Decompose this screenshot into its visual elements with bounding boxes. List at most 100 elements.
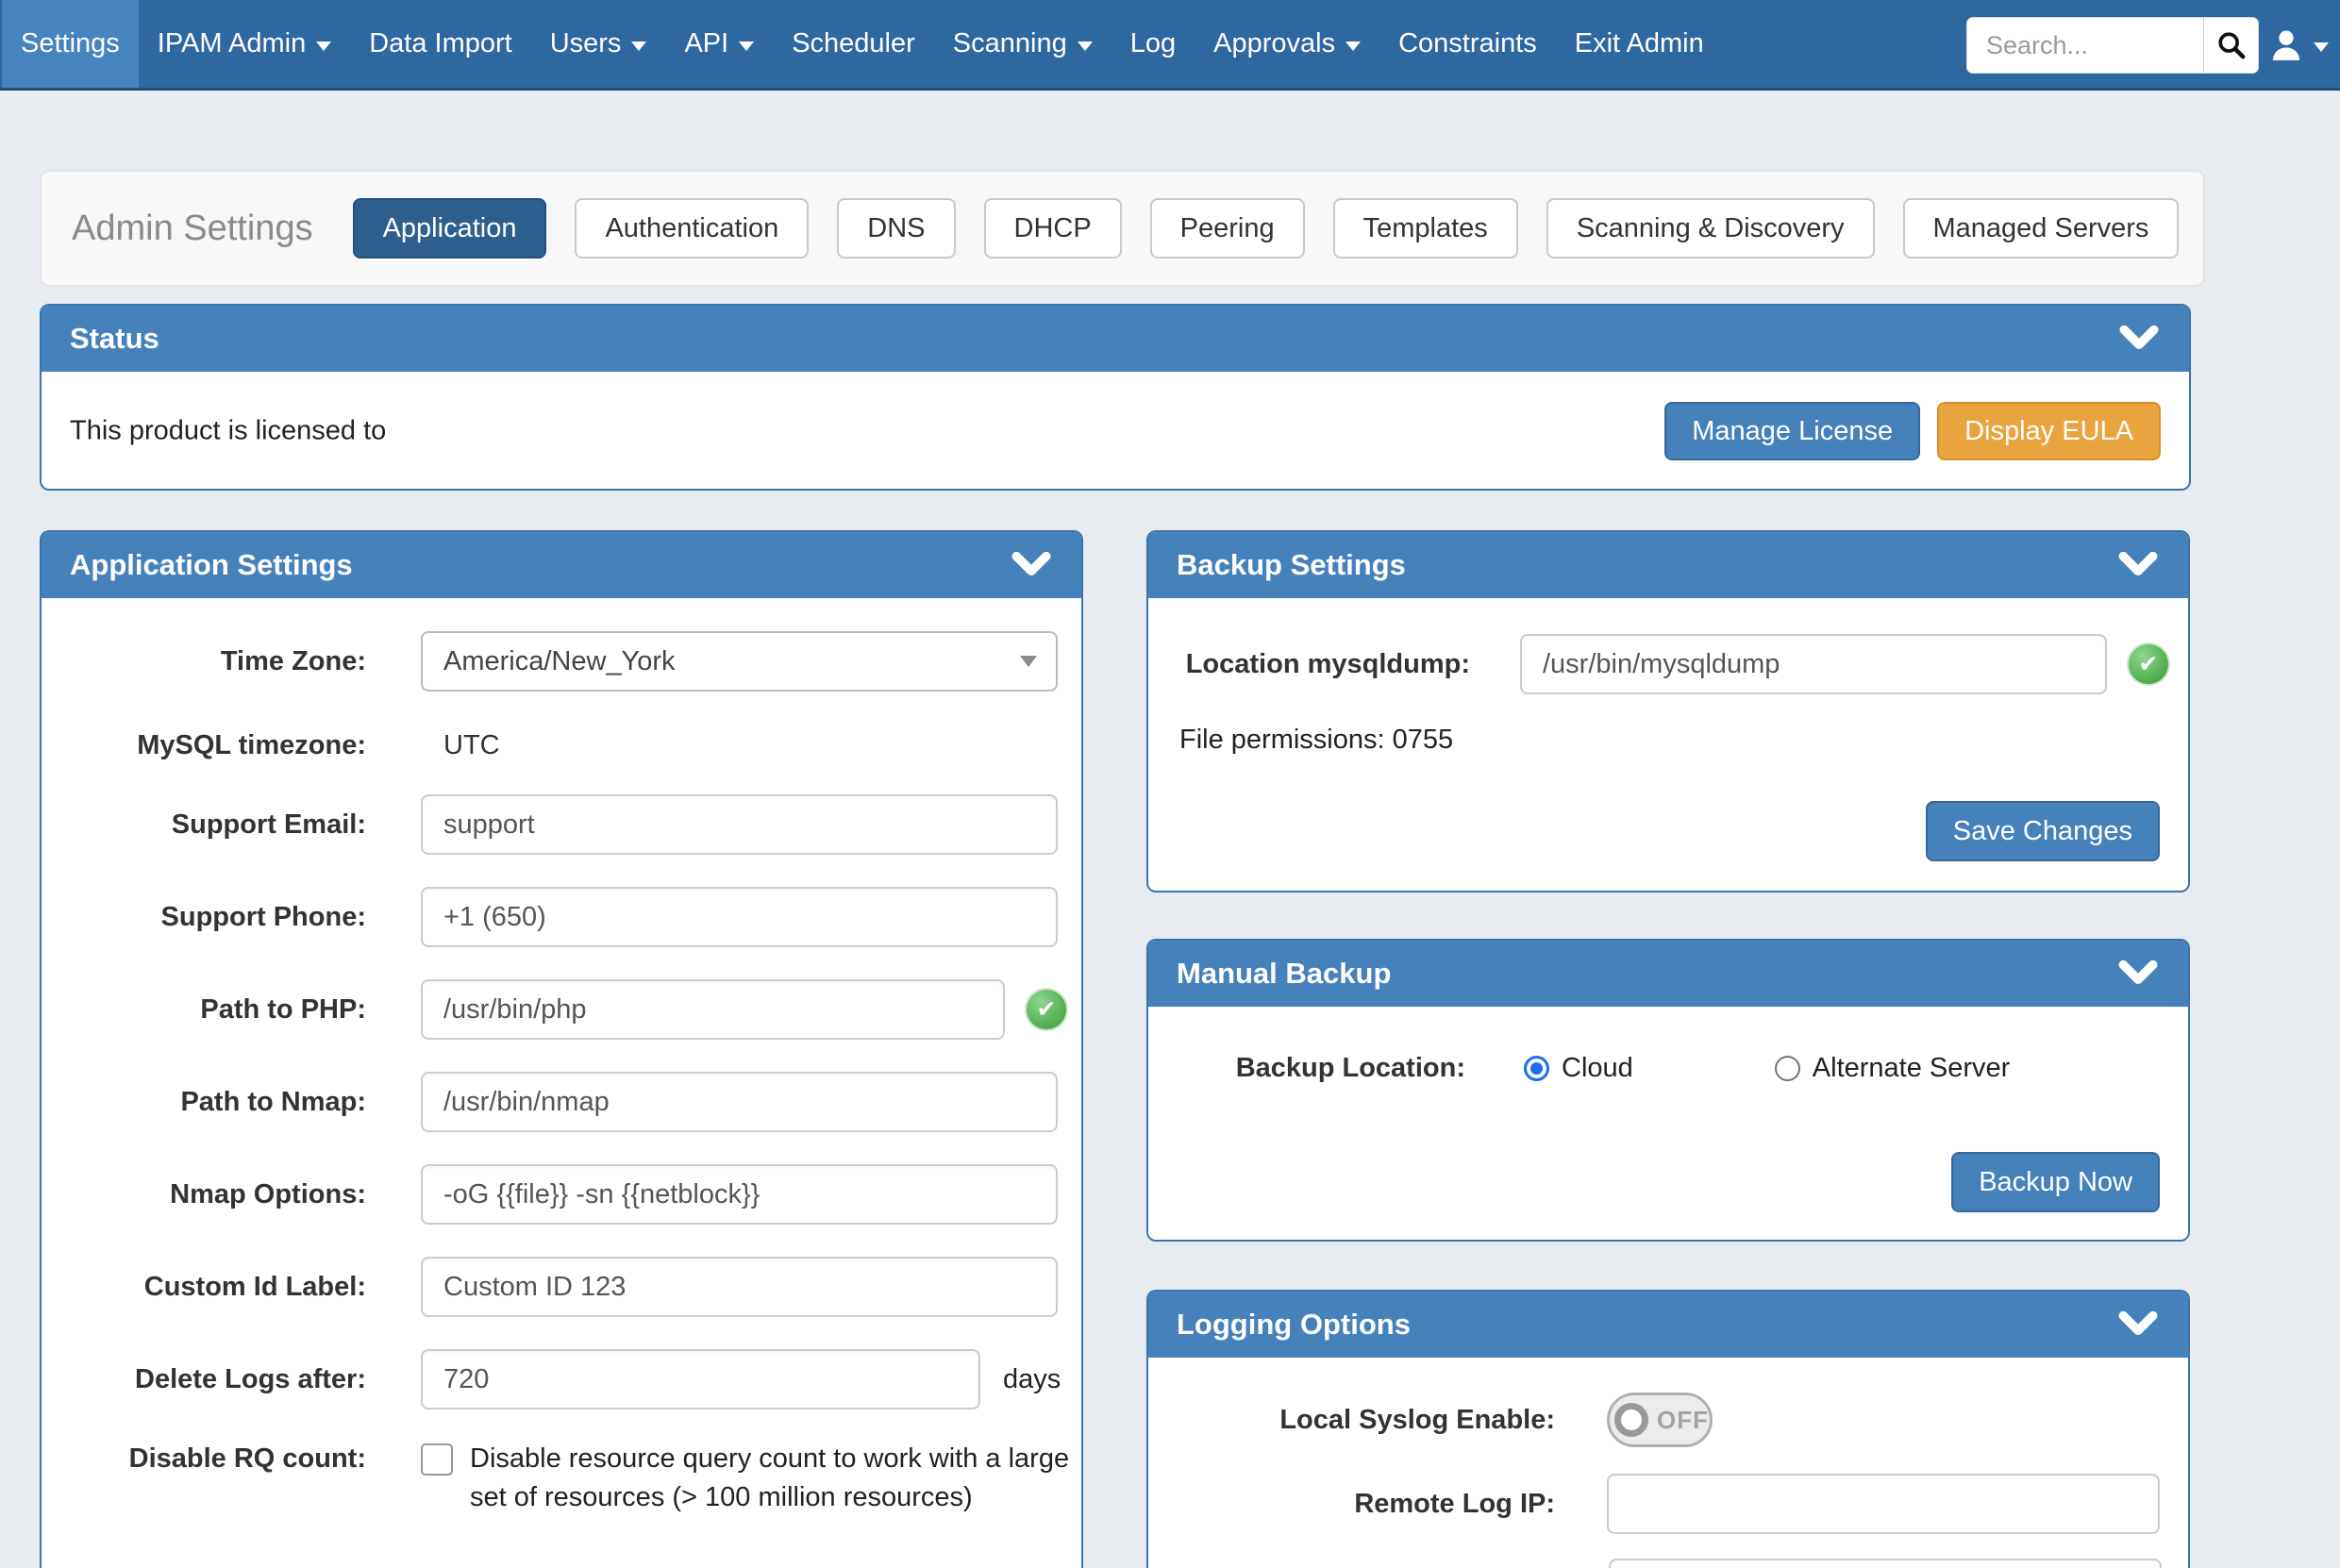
nav-item-ipam-admin[interactable]: IPAM Admin (139, 0, 350, 88)
nav-item-exit-admin[interactable]: Exit Admin (1556, 0, 1723, 88)
status-panel: Status This product is licensed to Manag… (40, 304, 2191, 491)
select-arrow-icon (1020, 656, 1037, 667)
status-panel-header: Status (42, 306, 2189, 372)
remote-log-ip-label: Remote Log IP: (1148, 1489, 1555, 1520)
nav-item-log[interactable]: Log (1112, 0, 1195, 88)
panel-title: Manual Backup (1177, 957, 1391, 991)
delete-logs-label: Delete Logs after: (42, 1364, 366, 1395)
nav-label: Exit Admin (1575, 28, 1704, 59)
panel-title: Application Settings (70, 548, 353, 582)
nav-label: Scanning (953, 28, 1067, 59)
status-body: This product is licensed to Manage Licen… (42, 372, 2189, 491)
top-navbar: Settings IPAM Admin Data Import Users AP… (0, 0, 2340, 91)
license-text: This product is licensed to (70, 416, 386, 447)
disable-rq-description: Disable resource query count to work wit… (470, 1440, 1081, 1517)
delete-logs-input[interactable] (421, 1349, 980, 1410)
nav-label: Users (550, 28, 622, 59)
nav-item-data-import[interactable]: Data Import (350, 0, 531, 88)
valid-check-icon: ✔ (1025, 988, 1068, 1031)
manage-license-button[interactable]: Manage License (1664, 402, 1920, 460)
panel-title: Status (70, 322, 159, 356)
custom-id-input[interactable] (421, 1257, 1058, 1317)
backup-location-cloud-radio[interactable] (1524, 1056, 1549, 1081)
support-phone-input[interactable] (421, 887, 1058, 947)
path-php-label: Path to PHP: (42, 994, 366, 1026)
logging-options-panel: Logging Options Local Syslog Enable: OFF… (1146, 1290, 2190, 1568)
application-settings-panel: Application Settings Time Zone: America/… (40, 530, 1083, 1568)
nav-item-constraints[interactable]: Constraints (1379, 0, 1556, 88)
user-icon (2267, 26, 2305, 64)
logging-options-header: Logging Options (1148, 1292, 2188, 1358)
panel-title: Backup Settings (1177, 548, 1406, 582)
admin-settings-toolbar: Admin Settings Application Authenticatio… (40, 170, 2205, 287)
path-nmap-input[interactable] (421, 1072, 1058, 1132)
time-zone-select[interactable]: America/New_York (421, 631, 1058, 692)
nav-label: API (684, 28, 728, 59)
remote-log-ip-input[interactable] (1607, 1474, 2160, 1534)
tab-dns[interactable]: DNS (837, 198, 955, 259)
manual-backup-panel: Manual Backup Backup Location: Cloud Alt… (1146, 939, 2190, 1242)
collapse-chevron-icon[interactable] (2119, 325, 2159, 352)
delete-logs-suffix: days (1003, 1364, 1061, 1395)
caret-down-icon (1078, 42, 1093, 51)
page: Settings IPAM Admin Data Import Users AP… (0, 0, 2340, 1568)
search-group (1967, 18, 2258, 73)
nav-items: Settings IPAM Admin Data Import Users AP… (0, 0, 1723, 88)
path-nmap-label: Path to Nmap: (42, 1087, 366, 1118)
nav-item-settings[interactable]: Settings (2, 0, 139, 88)
manual-backup-header: Manual Backup (1148, 941, 2188, 1007)
nav-item-scheduler[interactable]: Scheduler (773, 0, 934, 88)
nmap-options-label: Nmap Options: (42, 1179, 366, 1210)
backup-location-cloud-label: Cloud (1562, 1053, 1633, 1084)
nmap-options-input[interactable] (421, 1164, 1058, 1225)
tab-authentication[interactable]: Authentication (575, 198, 809, 259)
backup-location-alternate-radio[interactable] (1775, 1056, 1800, 1081)
tab-templates[interactable]: Templates (1333, 198, 1518, 259)
location-mysqldump-input[interactable] (1520, 634, 2107, 694)
disable-rq-checkbox[interactable] (421, 1443, 453, 1476)
tab-scanning-discovery[interactable]: Scanning & Discovery (1546, 198, 1875, 259)
support-email-input[interactable] (421, 794, 1058, 855)
search-icon (2215, 29, 2248, 61)
cutoff-input[interactable] (1609, 1559, 2162, 1568)
display-eula-button[interactable]: Display EULA (1937, 402, 2161, 460)
page-title: Admin Settings (72, 209, 313, 249)
tab-application[interactable]: Application (353, 198, 547, 259)
nav-label: IPAM Admin (158, 28, 306, 59)
mysql-timezone-value: UTC (443, 730, 500, 761)
nav-label: Data Import (369, 28, 512, 59)
collapse-chevron-icon[interactable] (1011, 552, 1051, 578)
nav-label: Scheduler (792, 28, 915, 59)
caret-down-icon (739, 42, 754, 51)
nav-item-users[interactable]: Users (531, 0, 666, 88)
backup-settings-header: Backup Settings (1148, 532, 2188, 598)
collapse-chevron-icon[interactable] (2118, 1311, 2158, 1338)
nav-label: Constraints (1398, 28, 1537, 59)
caret-down-icon (316, 42, 331, 51)
tab-peering[interactable]: Peering (1150, 198, 1305, 259)
user-menu-button[interactable] (2267, 0, 2329, 91)
nav-label: Log (1130, 28, 1176, 59)
nav-item-scanning[interactable]: Scanning (934, 0, 1112, 88)
nav-item-approvals[interactable]: Approvals (1195, 0, 1379, 88)
file-permissions-text: File permissions: 0755 (1179, 725, 1453, 756)
backup-location-alternate-label: Alternate Server (1813, 1053, 2011, 1084)
time-zone-label: Time Zone: (42, 646, 366, 677)
valid-check-icon: ✔ (2127, 642, 2170, 686)
nav-label: Approvals (1213, 28, 1335, 59)
collapse-chevron-icon[interactable] (2118, 960, 2158, 987)
backup-now-button[interactable]: Backup Now (1951, 1152, 2160, 1212)
nav-label: Settings (21, 28, 120, 59)
save-changes-button[interactable]: Save Changes (1926, 801, 2160, 861)
mysql-timezone-label: MySQL timezone: (42, 730, 366, 761)
backup-settings-panel: Backup Settings Location mysqldump: ✔ Fi… (1146, 530, 2190, 892)
application-settings-header: Application Settings (42, 532, 1081, 598)
collapse-chevron-icon[interactable] (2118, 552, 2158, 578)
path-php-input[interactable] (421, 979, 1005, 1040)
tab-dhcp[interactable]: DHCP (984, 198, 1122, 259)
search-button[interactable] (2203, 18, 2258, 73)
tab-managed-servers[interactable]: Managed Servers (1903, 198, 2180, 259)
local-syslog-toggle[interactable]: OFF (1607, 1393, 1713, 1447)
search-input[interactable] (1967, 31, 2203, 60)
nav-item-api[interactable]: API (665, 0, 773, 88)
